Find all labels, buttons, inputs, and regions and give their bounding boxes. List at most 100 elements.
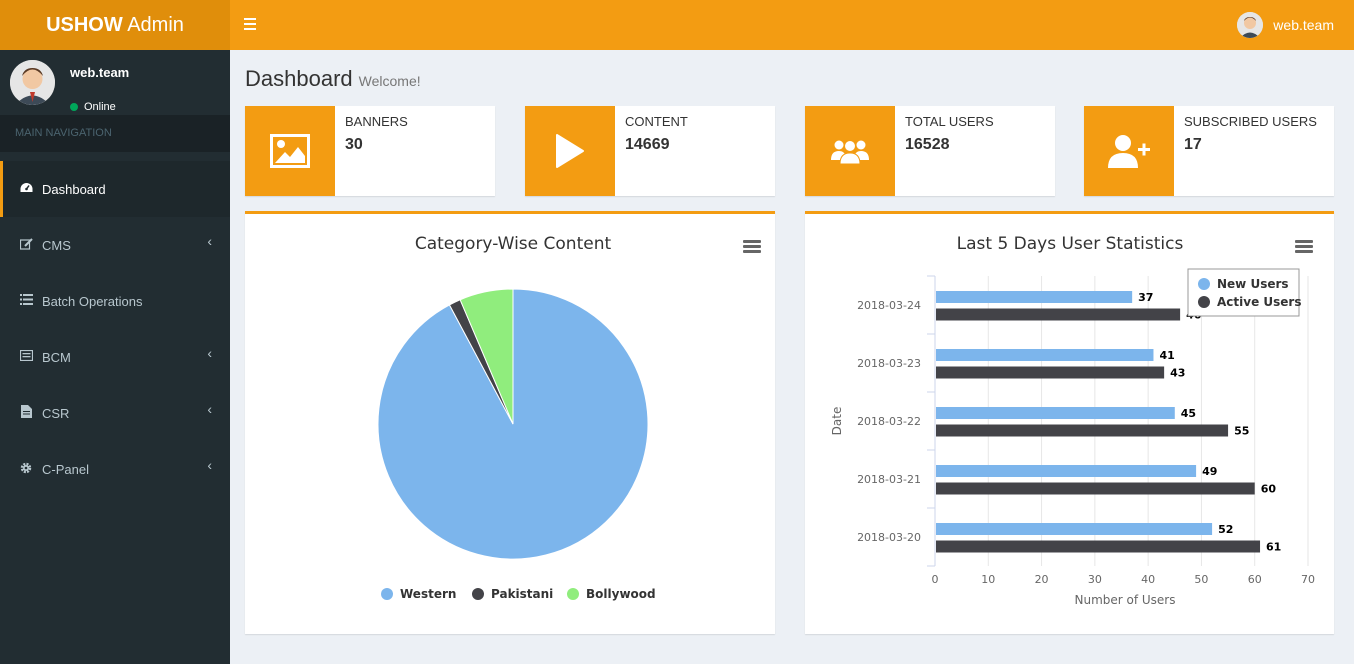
data-label: 49 bbox=[1202, 465, 1217, 478]
bar-new-users bbox=[936, 523, 1213, 535]
online-dot-icon bbox=[70, 103, 78, 111]
chevron-left-icon: ‹ bbox=[207, 233, 212, 249]
infobox-banners[interactable]: BANNERS 30 bbox=[245, 106, 495, 196]
y-tick-label: 2018-03-20 bbox=[857, 531, 921, 544]
sidebar-item-label: Dashboard bbox=[42, 181, 106, 197]
user-plus-icon bbox=[1084, 106, 1174, 196]
x-tick-label: 50 bbox=[1194, 573, 1208, 586]
x-tick-label: 70 bbox=[1301, 573, 1315, 586]
data-label: 45 bbox=[1181, 407, 1196, 420]
sidebar-item-label: CSR bbox=[42, 405, 70, 421]
chart-title: Category-Wise Content bbox=[415, 234, 612, 254]
sidebar-item-label: Batch Operations bbox=[42, 293, 143, 309]
legend-label: Bollywood bbox=[586, 587, 656, 601]
y-tick-label: 2018-03-23 bbox=[857, 357, 921, 370]
chevron-left-icon: ‹ bbox=[207, 345, 212, 361]
app-logo[interactable]: USHOW Admin bbox=[0, 0, 230, 50]
infobox-content[interactable]: CONTENT 14669 bbox=[525, 106, 775, 196]
image-icon bbox=[245, 106, 335, 196]
sidebar-item-c-panel[interactable]: C-Panel ‹ bbox=[0, 441, 230, 497]
sidebar-item-dashboard[interactable]: Dashboard bbox=[0, 161, 230, 217]
infobox-value: 14669 bbox=[625, 136, 670, 153]
legend-marker bbox=[1198, 278, 1210, 290]
infobox-total-users[interactable]: TOTAL USERS 16528 bbox=[805, 106, 1055, 196]
y-tick-label: 2018-03-24 bbox=[857, 299, 921, 312]
category-wise-content-box: Category-Wise Content Western Pakistani Bol… bbox=[245, 211, 775, 634]
user-panel: web.team Online bbox=[0, 50, 230, 115]
bar-chart: Last 5 Days User Statistics 0 10 20 30 40 50 60… bbox=[830, 234, 1315, 607]
legend-label: Western bbox=[400, 587, 456, 601]
dashboard-icon bbox=[18, 182, 34, 197]
top-header: USHOW Admin web.team bbox=[0, 0, 1354, 50]
x-tick-label: 40 bbox=[1141, 573, 1155, 586]
infobox-value: 16528 bbox=[905, 136, 950, 153]
legend-marker bbox=[381, 588, 393, 600]
file-icon bbox=[18, 405, 34, 421]
play-icon bbox=[525, 106, 615, 196]
pie-chart: Category-Wise Content Western Pakistani Bol… bbox=[377, 234, 656, 601]
data-label: 37 bbox=[1138, 291, 1153, 304]
data-label: 55 bbox=[1234, 425, 1249, 438]
infobox-label: BANNERS bbox=[345, 114, 408, 129]
sidebar-item-batch-operations[interactable]: Batch Operations bbox=[0, 273, 230, 329]
data-label: 52 bbox=[1218, 523, 1233, 536]
data-label: 60 bbox=[1261, 483, 1277, 496]
bar-active-users bbox=[936, 540, 1261, 553]
avatar bbox=[1237, 12, 1264, 38]
edit-icon bbox=[18, 237, 34, 253]
x-axis-title: Number of Users bbox=[1074, 593, 1175, 607]
chevron-left-icon: ‹ bbox=[207, 401, 212, 417]
chart-menu-icon[interactable] bbox=[743, 240, 761, 254]
chevron-left-icon: ‹ bbox=[207, 457, 212, 473]
bar-active-users bbox=[936, 424, 1229, 437]
x-tick-label: 30 bbox=[1088, 573, 1102, 586]
sidebar-item-bcm[interactable]: BCM ‹ bbox=[0, 329, 230, 385]
x-tick-label: 10 bbox=[981, 573, 995, 586]
bar-new-users bbox=[936, 407, 1175, 419]
data-label: 61 bbox=[1266, 541, 1281, 554]
bar-new-users bbox=[936, 465, 1197, 477]
x-tick-label: 0 bbox=[932, 573, 939, 586]
bar-active-users bbox=[936, 308, 1181, 321]
nav-header: MAIN NAVIGATION bbox=[0, 115, 230, 152]
y-tick-label: 2018-03-21 bbox=[857, 473, 921, 486]
legend-label: Active Users bbox=[1217, 295, 1301, 309]
chart-title: Last 5 Days User Statistics bbox=[957, 234, 1184, 254]
user-menu[interactable]: web.team bbox=[1237, 12, 1334, 38]
sidebar-item-label: BCM bbox=[42, 349, 71, 365]
users-icon bbox=[805, 106, 895, 196]
infobox-value: 30 bbox=[345, 136, 363, 153]
list-alt-icon bbox=[18, 349, 34, 364]
y-tick-label: 2018-03-22 bbox=[857, 415, 921, 428]
infobox-label: TOTAL USERS bbox=[905, 114, 994, 129]
bar-active-users bbox=[936, 366, 1165, 379]
legend-marker bbox=[472, 588, 484, 600]
infobox-label: SUBSCRIBED USERS bbox=[1184, 114, 1317, 129]
chart-menu-icon[interactable] bbox=[1295, 240, 1313, 254]
x-tick-label: 60 bbox=[1248, 573, 1262, 586]
gear-icon bbox=[18, 462, 34, 477]
page-subtitle: Welcome! bbox=[358, 73, 421, 89]
sidebar-user-name: web.team bbox=[70, 65, 130, 80]
page-title: Dashboard Welcome! bbox=[245, 66, 421, 91]
legend-marker bbox=[1198, 296, 1210, 308]
bar-active-users bbox=[936, 482, 1255, 495]
sidebar-item-cms[interactable]: CMS ‹ bbox=[0, 217, 230, 273]
user-menu-name: web.team bbox=[1273, 17, 1334, 33]
sidebar-item-csr[interactable]: CSR ‹ bbox=[0, 385, 230, 441]
bar-new-users bbox=[936, 291, 1133, 303]
legend-marker bbox=[567, 588, 579, 600]
legend-label: New Users bbox=[1217, 277, 1289, 291]
y-axis-title: Date bbox=[830, 407, 844, 436]
sidebar-toggle-icon[interactable] bbox=[244, 15, 258, 35]
data-label: 43 bbox=[1170, 367, 1185, 380]
main-content: Dashboard Welcome! BANNERS 30 CONTENT 146… bbox=[230, 50, 1354, 664]
bar-new-users bbox=[936, 349, 1154, 361]
list-icon bbox=[18, 294, 34, 308]
infobox-subscribed-users[interactable]: SUBSCRIBED USERS 17 bbox=[1084, 106, 1334, 196]
sidebar: web.team Online MAIN NAVIGATION Dashboar… bbox=[0, 50, 230, 664]
sidebar-item-label: C-Panel bbox=[42, 461, 89, 477]
avatar bbox=[10, 60, 55, 105]
status-badge: Online bbox=[70, 101, 116, 113]
sidebar-item-label: CMS bbox=[42, 237, 71, 253]
